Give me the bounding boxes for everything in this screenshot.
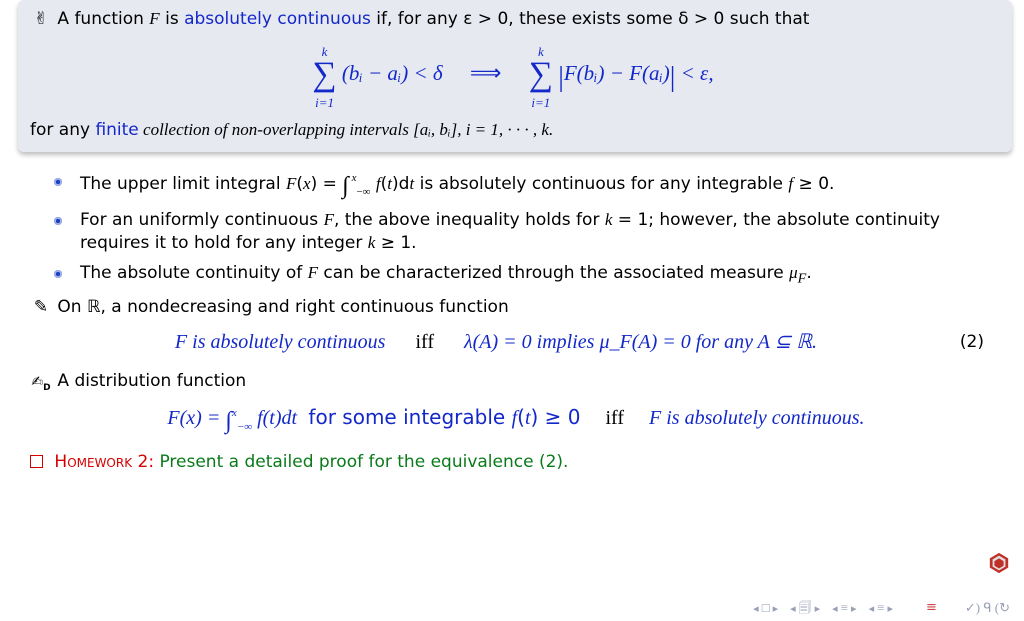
onR-pre: On [57, 297, 87, 317]
remarks-list: The upper limit integral F(x) = ∫ x−∞ f(… [54, 170, 1014, 289]
def-text-2: is [160, 9, 184, 29]
comment-icon: ✎ [30, 296, 52, 319]
list-item: For an uniformly continuous F, the above… [54, 209, 1014, 255]
pen-d-icon: ✍D [30, 373, 52, 394]
eq2-iff: iff [415, 331, 434, 353]
nav-bars-icon[interactable]: ≡ [926, 599, 937, 617]
sigma-icon: ∑ [529, 60, 553, 90]
hw-num: 2: [132, 452, 159, 472]
eq2-right: λ(A) = 0 implies μ_F(A) = 0 for any A ⊆ … [464, 331, 817, 353]
onR-post: , a nondecreasing and right continuous f… [100, 297, 508, 317]
formula-lhs: (bᵢ − aᵢ) < δ [342, 61, 443, 85]
onR-R: ℝ [87, 297, 100, 316]
eq2-left: F is absolutely continuous [175, 331, 386, 353]
list-item: The absolute continuity of F can be char… [54, 262, 1014, 289]
eq3-lhs: F(x) = ∫x−∞ f(t)dt [167, 407, 302, 429]
hw-label: Homework [54, 452, 132, 472]
distribution-line: ✍D A distribution function [30, 370, 1014, 394]
eq2-tag: (2) [944, 331, 984, 354]
def-F: F [149, 9, 159, 28]
definition-intro: ✌ A function F is absolutely continuous … [30, 8, 996, 31]
peace-icon: ✌ [30, 8, 52, 31]
bullet1-text: The upper limit integral F(x) = ∫ x−∞ f(… [80, 174, 834, 194]
slide-logo [988, 552, 1010, 581]
sum-rhs-lower: i=1 [531, 95, 550, 110]
sigma-icon: ∑ [312, 60, 336, 90]
dist-heading: A distribution function [57, 371, 246, 391]
eq3-lhs-post: f(t)dt [252, 407, 302, 429]
eq3-rhs: F is absolutely continuous. [649, 407, 865, 429]
nav-loop-icon[interactable]: ✓) ᑫ (↻ [965, 599, 1010, 617]
sum-lhs: k ∑ i=1 [312, 39, 336, 111]
eq3-iff: iff [606, 407, 625, 429]
nav-section[interactable]: ◂≡▸ [831, 599, 857, 617]
nav-presentation[interactable]: ◂≡▸ [868, 599, 894, 617]
list-item: The upper limit integral F(x) = ∫ x−∞ f(… [54, 170, 1014, 202]
shield-hex-icon [988, 552, 1010, 574]
eq3-intup: x [232, 407, 237, 419]
hw-text: Present a detailed proof for the equival… [159, 452, 568, 472]
sum-rhs: k ∑ i=1 [529, 39, 553, 111]
closing-post: collection of non-overlapping intervals … [139, 120, 553, 139]
def-text-1: A function [57, 9, 149, 29]
formula-rhs-tail: < ε, [675, 61, 713, 85]
eq3-lhs-pre: F(x) = [167, 407, 225, 429]
finite-word: finite [95, 120, 138, 140]
implies-icon: ⟹ [470, 60, 502, 85]
sum-lhs-lower: i=1 [315, 95, 334, 110]
equivalence-dist: F(x) = ∫x−∞ f(t)dt for some integrable f… [18, 404, 1014, 437]
bullet3-text: The absolute continuity of F can be char… [80, 263, 812, 283]
checkbox-icon [30, 455, 43, 468]
equivalence-2: F is absolutely continuous iff λ(A) = 0 … [48, 329, 984, 356]
bullet2-text: For an uniformly continuous F, the above… [80, 210, 940, 253]
definition-box: ✌ A function F is absolutely continuous … [18, 0, 1012, 152]
beamer-nav: ◂□▸ ◂🗐▸ ◂≡▸ ◂≡▸ ≡ ✓) ᑫ (↻ [752, 599, 1010, 617]
eq3-intlow: −∞ [237, 421, 252, 433]
eq3-mid: for some integrable f(t) ≥ 0 [302, 405, 580, 429]
def-text-3: if, for any ε > 0, these exists some δ >… [371, 9, 810, 29]
closing-pre: for any [30, 120, 95, 140]
definition-display-formula: k ∑ i=1 (bᵢ − aᵢ) < δ ⟹ k ∑ i=1 |F(bᵢ) −… [30, 39, 996, 111]
nav-subsection[interactable]: ◂🗐▸ [789, 599, 821, 617]
homework-line: Homework 2: Present a detailed proof for… [30, 451, 1014, 474]
nav-frame[interactable]: ◂□▸ [752, 599, 779, 617]
on-R-line: ✎ On ℝ, a nondecreasing and right contin… [30, 296, 1014, 319]
def-abs-cont: absolutely continuous [184, 9, 371, 29]
formula-rhs-body: F(bᵢ) − F(aᵢ) [564, 61, 670, 85]
definition-closing: for any finite collection of non-overlap… [30, 119, 996, 142]
